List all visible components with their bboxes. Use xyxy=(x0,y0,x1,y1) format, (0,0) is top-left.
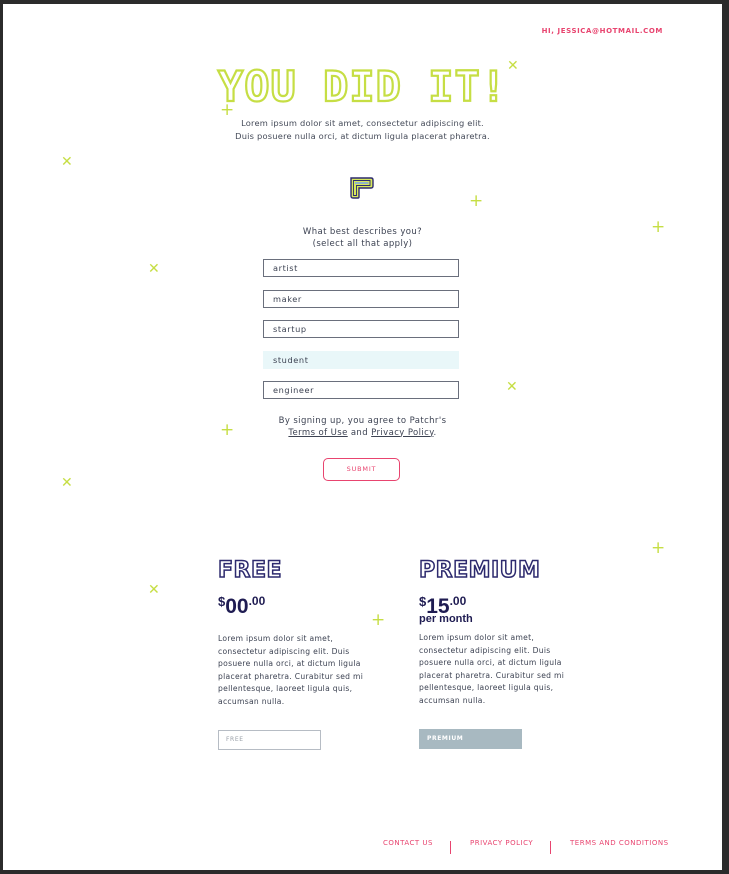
hero-subtitle: Lorem ipsum dolor sit amet, consectetur … xyxy=(3,117,722,143)
cross-icon: ✕ xyxy=(61,475,73,491)
footer-privacy-link[interactable]: PRIVACY POLICY xyxy=(470,839,533,847)
free-plan-button[interactable]: FREE xyxy=(218,729,321,750)
plan-free-cents: .00 xyxy=(248,594,266,608)
cross-icon: ✕ xyxy=(506,379,518,395)
question-text: What best describes you? (select all tha… xyxy=(3,227,722,250)
plan-premium: PREMIUM $15.00 per month Lorem ipsum dol… xyxy=(418,558,579,749)
plan-premium-currency: $ xyxy=(419,594,427,609)
plan-free-amount: 00 xyxy=(225,595,249,618)
terms-prefix: By signing up, you agree to Patchr's xyxy=(278,416,447,426)
option-startup[interactable]: startup xyxy=(263,320,459,338)
option-maker[interactable]: maker xyxy=(263,290,459,308)
option-artist[interactable]: artist xyxy=(263,259,459,277)
hero-subtitle-line2: Duis posuere nulla orci, at dictum ligul… xyxy=(235,131,490,141)
footer-divider xyxy=(550,841,551,854)
question-line1: What best describes you? xyxy=(302,227,423,237)
page-title: YOU DID IT! xyxy=(217,61,508,112)
plus-icon: + xyxy=(651,538,666,558)
cross-icon: ✕ xyxy=(148,261,160,277)
plan-premium-period: per month xyxy=(419,613,473,625)
privacy-policy-link[interactable]: Privacy Policy xyxy=(371,428,433,438)
submit-button[interactable]: SUBMIT xyxy=(323,458,400,481)
plan-free-currency: $ xyxy=(218,594,226,609)
plan-free: FREE $00.00 Lorem ipsum dolor sit amet, … xyxy=(217,558,378,750)
footer-contact-link[interactable]: CONTACT US xyxy=(383,839,433,847)
user-greeting-link[interactable]: HI, JESSICA@HOTMAIL.COM xyxy=(542,27,663,35)
terms-and: and xyxy=(350,427,369,438)
cross-icon: ✕ xyxy=(61,154,73,170)
plan-premium-title: PREMIUM xyxy=(418,558,541,584)
hero-subtitle-line1: Lorem ipsum dolor sit amet, consectetur … xyxy=(241,118,484,128)
plan-free-title: FREE xyxy=(217,558,283,584)
cross-icon: ✕ xyxy=(148,582,160,598)
option-student[interactable]: student xyxy=(263,351,459,369)
terms-notice: By signing up, you agree to Patchr's Ter… xyxy=(3,416,722,439)
plan-premium-description: Lorem ipsum dolor sit amet, consectetur … xyxy=(419,633,565,705)
footer-terms-link[interactable]: TERMS AND CONDITIONS xyxy=(570,839,669,847)
question-line2: (select all that apply) xyxy=(312,238,413,249)
option-engineer[interactable]: engineer xyxy=(263,381,459,399)
terms-line2: Terms of Use and Privacy Policy. xyxy=(3,428,722,440)
premium-plan-button[interactable]: PREMIUM xyxy=(419,728,522,749)
terms-suffix: . xyxy=(433,427,437,438)
plan-free-price: $00.00 xyxy=(218,594,378,621)
terms-of-use-link[interactable]: Terms of Use xyxy=(288,428,347,438)
plus-icon: + xyxy=(469,191,484,211)
patchr-logo-icon xyxy=(350,177,374,199)
plan-premium-cents: .00 xyxy=(449,594,467,608)
footer-divider xyxy=(450,841,451,854)
plan-free-description: Lorem ipsum dolor sit amet, consectetur … xyxy=(218,634,364,706)
signup-page: HI, JESSICA@HOTMAIL.COM + ✕ ✕ + + ✕ ✕ + … xyxy=(3,4,722,870)
